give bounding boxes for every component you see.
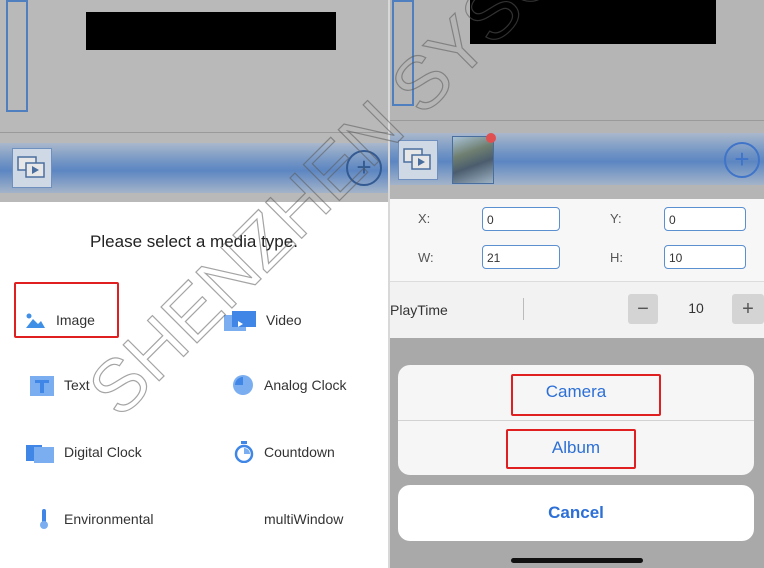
text-icon — [30, 376, 54, 396]
media-type-label: multiWindow — [264, 511, 344, 527]
playtime-label: PlayTime — [390, 302, 448, 318]
digital-clock-icon — [26, 443, 54, 463]
highlight-box-album — [506, 429, 636, 469]
media-type-environmental[interactable]: Environmental — [38, 504, 154, 534]
media-type-sheet: Please select a media type. Image Video … — [0, 202, 388, 568]
media-toolbar: + — [0, 143, 388, 193]
media-type-video[interactable]: Video — [224, 305, 302, 335]
media-type-countdown[interactable]: Countdown — [234, 437, 335, 467]
playtime-value[interactable]: 10 — [666, 300, 726, 316]
cancel-button[interactable]: Cancel — [398, 485, 754, 541]
media-type-label: Text — [64, 377, 90, 393]
w-input[interactable]: 21 — [482, 245, 560, 269]
y-input[interactable]: 0 — [664, 207, 746, 231]
h-input[interactable]: 10 — [664, 245, 746, 269]
sheet-title: Please select a media type. — [90, 232, 298, 251]
media-toolbar: + — [390, 133, 764, 185]
video-icon — [224, 311, 256, 331]
media-type-analog-clock[interactable]: Analog Clock — [232, 370, 347, 400]
media-type-label: Environmental — [64, 511, 154, 527]
media-type-text[interactable]: Text — [30, 370, 90, 400]
media-type-label: Digital Clock — [64, 444, 142, 460]
screen-preview — [470, 0, 716, 44]
position-size-panel: X: 0 Y: 0 W: 21 H: 10 — [390, 199, 764, 281]
media-thumbnail[interactable] — [452, 136, 494, 184]
y-label: Y: — [610, 211, 622, 226]
media-type-label: Analog Clock — [264, 377, 347, 393]
media-type-label: Countdown — [264, 444, 335, 460]
delete-badge-icon[interactable] — [486, 133, 496, 143]
h-label: H: — [610, 250, 623, 265]
media-library-icon[interactable] — [12, 148, 52, 188]
x-label: X: — [418, 211, 431, 226]
home-indicator — [511, 558, 643, 563]
media-type-label: Video — [266, 312, 302, 328]
source-picker-screen: + X: 0 Y: 0 W: 21 H: 10 PlayTime − 10 + … — [390, 0, 764, 568]
countdown-icon — [234, 441, 254, 464]
media-type-multiwindow[interactable]: multiWindow — [264, 504, 343, 534]
program-frame-outline — [392, 0, 414, 106]
x-input[interactable]: 0 — [482, 207, 560, 231]
program-frame-outline — [6, 0, 28, 112]
media-library-icon[interactable] — [398, 140, 438, 180]
highlight-box-image — [14, 282, 119, 338]
editor-top-area: + — [390, 0, 764, 199]
playtime-row: PlayTime − 10 + — [390, 282, 764, 338]
w-label: W: — [418, 250, 434, 265]
media-type-digital-clock[interactable]: Digital Clock — [26, 437, 142, 467]
media-type-screen: + Please select a media type. Image Vide… — [0, 0, 388, 568]
add-media-button[interactable]: + — [724, 142, 760, 178]
analog-clock-icon — [232, 374, 254, 396]
dimmed-editor-area: + — [0, 0, 388, 202]
playtime-decrement-button[interactable]: − — [628, 294, 658, 324]
add-media-button[interactable]: + — [346, 150, 382, 186]
highlight-box-camera — [511, 374, 661, 416]
thermometer-icon — [38, 508, 50, 530]
screen-preview — [86, 12, 336, 50]
playtime-increment-button[interactable]: + — [732, 294, 764, 324]
